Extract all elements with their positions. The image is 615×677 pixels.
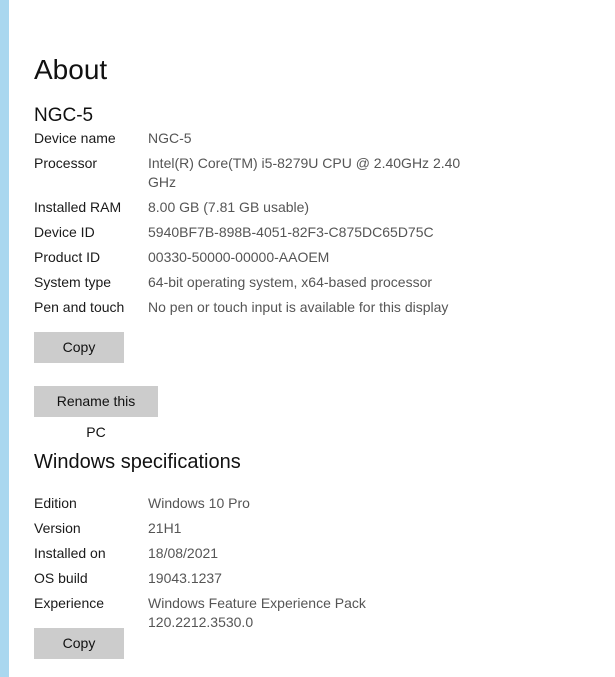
spec-value[interactable]: 64-bit operating system, x64-based proce… [148, 273, 468, 292]
spec-value[interactable]: No pen or touch input is available for t… [148, 298, 468, 317]
spec-value[interactable]: 8.00 GB (7.81 GB usable) [148, 198, 468, 217]
copy-device-specs-button[interactable]: Copy [34, 332, 124, 363]
spec-label: Device name [34, 130, 116, 146]
spec-value[interactable]: Windows 10 Pro [148, 494, 468, 513]
spec-label: Device ID [34, 224, 95, 240]
spec-value[interactable]: 19043.1237 [148, 569, 468, 588]
spec-label: Installed RAM [34, 199, 122, 215]
rename-pc-button[interactable]: Rename this PC [34, 386, 158, 440]
page-title: About [34, 54, 108, 85]
spec-value[interactable]: 00330-50000-00000-AAOEM [148, 248, 468, 267]
spec-label: Pen and touch [34, 299, 125, 315]
spec-value[interactable]: 21H1 [148, 519, 468, 538]
spec-label: Version [34, 520, 81, 536]
spec-label: Processor [34, 155, 98, 171]
spec-label: OS build [34, 570, 88, 586]
spec-value[interactable]: 5940BF7B-898B-4051-82F3-C875DC65D75C [148, 223, 468, 242]
spec-value[interactable]: Intel(R) Core(TM) i5-8279U CPU @ 2.40GHz… [148, 154, 468, 192]
spec-value[interactable]: NGC-5 [148, 129, 468, 148]
spec-value[interactable]: Windows Feature Experience Pack 120.2212… [148, 594, 468, 632]
spec-label: Edition [34, 495, 77, 511]
windows-specifications-heading: Windows specifications [34, 451, 241, 473]
copy-windows-specs-button[interactable]: Copy [34, 628, 124, 659]
spec-label: Product ID [34, 249, 101, 265]
window-edge-strip [0, 0, 9, 677]
spec-value[interactable]: 18/08/2021 [148, 544, 468, 563]
device-name-heading: NGC-5 [34, 105, 94, 126]
spec-label: System type [34, 274, 112, 290]
spec-label: Installed on [34, 545, 106, 561]
spec-label: Experience [34, 595, 105, 611]
